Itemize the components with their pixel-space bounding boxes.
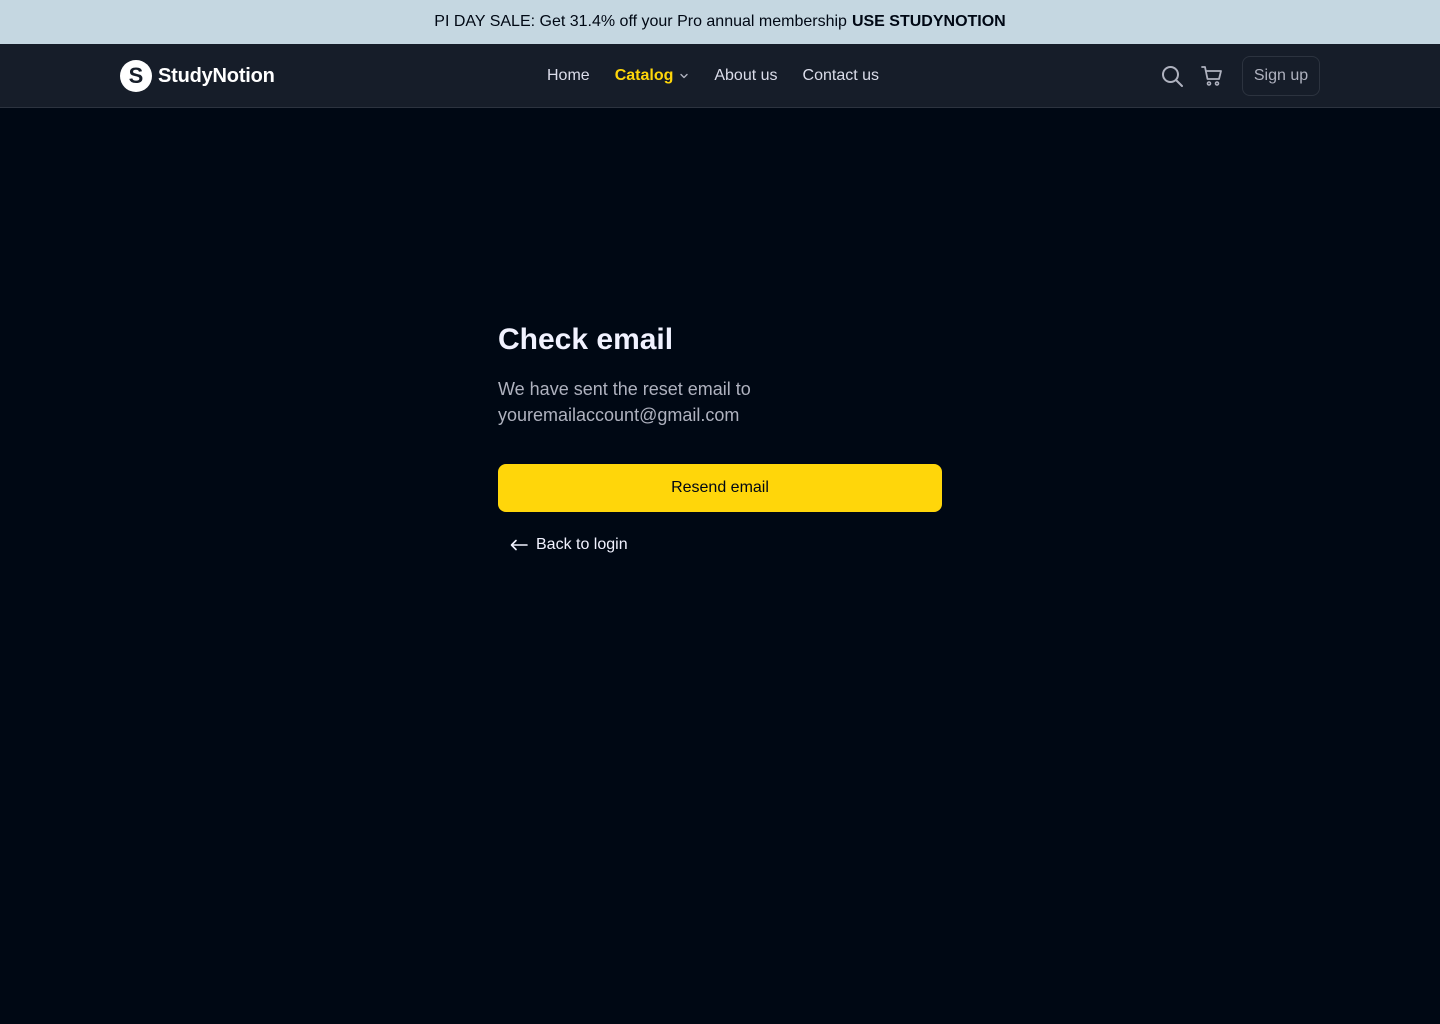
search-icon[interactable] <box>1158 62 1186 90</box>
nav-link-home[interactable]: Home <box>547 67 590 85</box>
page-title: Check email <box>498 323 674 356</box>
nav-link-catalog-label: Catalog <box>614 67 674 84</box>
signup-button[interactable]: Sign up <box>1242 56 1320 96</box>
cart-icon[interactable] <box>1198 62 1226 90</box>
logo[interactable]: S StudyNotion <box>120 60 275 92</box>
reset-email-description: We have sent the reset email to youremai… <box>498 376 798 428</box>
nav-link-about[interactable]: About us <box>714 67 777 85</box>
description-text: We have sent the reset email to <box>498 379 751 399</box>
check-email-panel: Check email We have sent the reset email… <box>498 318 942 554</box>
nav-actions: Sign up <box>1158 56 1320 96</box>
logo-mark: S <box>120 60 152 92</box>
email-address: youremailaccount@gmail.com <box>498 405 740 425</box>
promo-text: PI DAY SALE: Get 31.4% off your Pro annu… <box>434 13 847 30</box>
nav-link-catalog[interactable]: Catalog <box>615 67 690 85</box>
chevron-down-icon <box>679 71 689 81</box>
nav-links: Home Catalog About us Contact us <box>547 44 904 108</box>
back-to-login-link[interactable]: Back to login <box>510 536 628 554</box>
top-navbar: S StudyNotion Home Catalog About us Cont… <box>0 44 1440 108</box>
logo-text: StudyNotion <box>158 64 275 87</box>
back-to-login-label: Back to login <box>536 536 628 553</box>
arrow-left-icon <box>510 539 528 551</box>
promo-code: USE STUDYNOTION <box>851 13 1006 30</box>
promo-banner: PI DAY SALE: Get 31.4% off your Pro annu… <box>0 0 1440 44</box>
nav-link-contact[interactable]: Contact us <box>803 67 879 85</box>
resend-email-button[interactable]: Resend email <box>498 464 942 512</box>
